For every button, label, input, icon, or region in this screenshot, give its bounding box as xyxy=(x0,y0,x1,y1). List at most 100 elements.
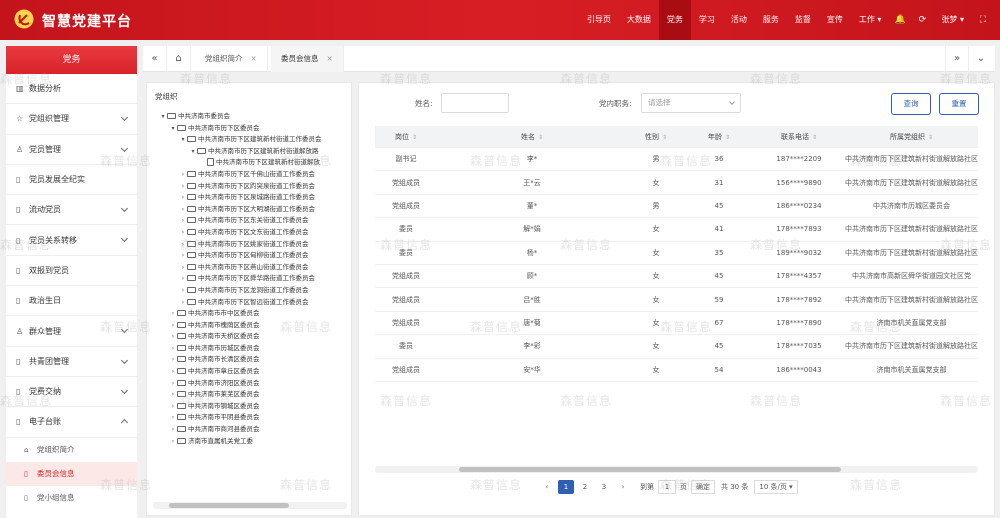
position-select[interactable]: 请选择 xyxy=(641,93,741,113)
tree-node[interactable]: › 中共济南市历下区智远街道工作委员会 xyxy=(147,297,351,309)
caret-right-icon[interactable]: › xyxy=(169,412,177,424)
tree-node[interactable]: › 中共济南市历下区东关街道工作委员会 xyxy=(147,215,351,227)
column-header[interactable]: 岗位 ⇕ xyxy=(375,132,437,142)
table-row[interactable]: 委员 解*娟 女 41 178****7893 中共济南市历下区建筑新村街道解放路社区 xyxy=(375,218,978,242)
column-header[interactable]: 联系电话 ⇕ xyxy=(753,132,845,142)
close-icon[interactable]: × xyxy=(327,54,333,63)
user-menu[interactable]: 张梦 ▾ xyxy=(933,0,972,40)
page-1[interactable]: 1 xyxy=(558,480,574,494)
tree-node[interactable]: › 中共济南市济阳区委员会 xyxy=(147,378,351,390)
tree-node[interactable]: › 中共济南市莱芜区委员会 xyxy=(147,389,351,401)
tree-node[interactable]: ▾ 中共济南市历下区委员会 xyxy=(147,123,351,135)
nav-item-guide[interactable]: 引导页 xyxy=(579,0,619,40)
caret-right-icon[interactable]: › xyxy=(179,250,187,262)
column-header[interactable]: 性别 ⇕ xyxy=(627,132,685,142)
fullscreen-icon[interactable]: ⛶ xyxy=(972,0,994,40)
tab-scroll-left-icon[interactable]: « xyxy=(143,46,167,72)
sidebar-item-youth-league[interactable]: ▯ 共青团管理 xyxy=(6,347,137,377)
tree-node[interactable]: › 中共济南市历下区文东街道工作委员会 xyxy=(147,227,351,239)
page-2[interactable]: 2 xyxy=(577,480,593,494)
tree-node[interactable]: › 中共济南市历下区舜华路街道工作委员会 xyxy=(147,273,351,285)
column-header[interactable]: 所属党组织 ⇕ xyxy=(845,132,978,142)
caret-right-icon[interactable]: › xyxy=(169,354,177,366)
caret-right-icon[interactable]: › xyxy=(179,215,187,227)
tree-node[interactable]: › 中共济南市长清区委员会 xyxy=(147,354,351,366)
caret-right-icon[interactable]: › xyxy=(169,378,177,390)
chevron-down-icon[interactable]: ⌄ xyxy=(969,46,993,72)
goto-confirm-button[interactable]: 确定 xyxy=(691,480,715,494)
tree-node[interactable]: › 济南市直属机关党工委 xyxy=(147,436,351,448)
goto-page-input[interactable]: 1 xyxy=(658,480,676,494)
sidebar-subitem-committee-info[interactable]: ▯ 委员会信息 xyxy=(6,461,137,486)
prev-page-icon[interactable]: ‹ xyxy=(539,480,555,494)
tree-node[interactable]: › 中共济南市历下区千佛山街道工作委员会 xyxy=(147,169,351,181)
sidebar-item-relation-transfer[interactable]: ▯ 党员关系转移 xyxy=(6,225,137,256)
sort-icon[interactable]: ⇕ xyxy=(538,134,543,141)
caret-right-icon[interactable]: › xyxy=(169,436,177,448)
tree-node[interactable]: › 中共济南市天桥区委员会 xyxy=(147,331,351,343)
tree-node[interactable]: › 中共济南市历下区泉城路街道工作委员会 xyxy=(147,192,351,204)
tree-node[interactable]: › 中共济南市历下区龙洞街道工作委员会 xyxy=(147,285,351,297)
table-row[interactable]: 党组成员 顾* 女 45 178****4357 中共济南市高新区舜华街道园文社区党 xyxy=(375,265,978,289)
tree-node[interactable]: ▾ 中共济南市委员会 xyxy=(147,111,351,123)
nav-item-publicity[interactable]: 宣传 xyxy=(819,0,851,40)
sidebar-item-e-ledger[interactable]: ▯ 电子台账 xyxy=(6,407,137,438)
tree-node[interactable]: › 中共济南市钢城区委员会 xyxy=(147,401,351,413)
caret-right-icon[interactable]: › xyxy=(169,389,177,401)
column-header[interactable]: 姓名 ⇕ xyxy=(437,132,627,142)
caret-down-icon[interactable]: ▾ xyxy=(169,123,177,135)
name-input[interactable] xyxy=(441,93,509,113)
tree-node[interactable]: › 中共济南市历下区姚家街道工作委员会 xyxy=(147,239,351,251)
table-row[interactable]: 党组成员 吕*胜 女 59 178****7892 中共济南市历下区建筑新村街道解放路社区 xyxy=(375,288,978,312)
tree-node[interactable]: › 中共济南市历城区委员会 xyxy=(147,343,351,355)
caret-right-icon[interactable]: › xyxy=(169,343,177,355)
nav-item-bigdata[interactable]: 大数据 xyxy=(619,0,659,40)
tree-node[interactable]: ▾ 中共济南市历下区建筑新村街道解放路 xyxy=(147,146,351,158)
caret-right-icon[interactable]: › xyxy=(179,262,187,274)
caret-right-icon[interactable]: › xyxy=(179,181,187,193)
tree-node[interactable]: › 中共济南市历下区趵突泉街道工作委员会 xyxy=(147,181,351,193)
caret-right-icon[interactable]: › xyxy=(169,401,177,413)
tree-horizontal-scrollbar[interactable] xyxy=(153,502,347,509)
caret-right-icon[interactable]: › xyxy=(169,331,177,343)
caret-right-icon[interactable]: › xyxy=(179,273,187,285)
table-row[interactable]: 委员 杨* 女 35 189****9032 中共济南市历下区建筑新村街道解放路社区 xyxy=(375,242,978,265)
sidebar-item-masses-management[interactable]: ♙ 群众管理 xyxy=(6,316,137,347)
page-3[interactable]: 3 xyxy=(596,480,612,494)
refresh-icon[interactable]: ⟳ xyxy=(911,0,933,40)
caret-down-icon[interactable]: ▾ xyxy=(189,146,197,158)
table-row[interactable]: 党组成员 安*华 女 54 186****0043 济南市机关直属党支部 xyxy=(375,359,978,382)
page-size-select[interactable]: 10 条/页 ▾ xyxy=(754,480,798,494)
nav-item-party-affairs[interactable]: 党务 xyxy=(658,0,691,40)
tree-node[interactable]: › 中共济南市平阴县委员会 xyxy=(147,412,351,424)
tab-org-intro[interactable]: 党组织简介 × xyxy=(195,46,268,72)
caret-right-icon[interactable]: › xyxy=(179,297,187,309)
caret-right-icon[interactable]: › xyxy=(179,204,187,216)
sidebar-item-data-analysis[interactable]: ▥ 数据分析 xyxy=(6,74,137,105)
tree-node[interactable]: 中共济南市历下区建筑新村街道解放 xyxy=(147,157,351,169)
nav-item-work[interactable]: 工作 ▾ xyxy=(851,0,890,40)
column-header[interactable]: 年龄 ⇕ xyxy=(685,132,753,142)
tree-node[interactable]: › 中共济南市市中区委员会 xyxy=(147,308,351,320)
caret-right-icon[interactable]: › xyxy=(169,366,177,378)
sidebar-subitem-group-info[interactable]: ▯ 党小组信息 xyxy=(6,486,137,510)
caret-right-icon[interactable]: › xyxy=(179,192,187,204)
reset-button[interactable]: 重置 xyxy=(939,93,979,115)
sidebar-item-dual-report[interactable]: ▯ 双报到党员 xyxy=(6,256,137,287)
sidebar-item-member-management[interactable]: ♙ 党员管理 xyxy=(6,135,137,165)
query-button[interactable]: 查询 xyxy=(891,93,931,115)
tree-node[interactable]: › 中共济南市章丘区委员会 xyxy=(147,366,351,378)
table-row[interactable]: 党组成员 董* 男 45 186****0234 中共济南市历城区委员会 xyxy=(375,195,978,219)
caret-down-icon[interactable]: ▾ xyxy=(159,111,167,123)
next-page-icon[interactable]: › xyxy=(615,480,631,494)
home-icon[interactable]: ⌂ xyxy=(167,46,191,72)
caret-down-icon[interactable]: ▾ xyxy=(179,134,187,146)
sort-icon[interactable]: ⇕ xyxy=(725,134,730,141)
sidebar-item-mobile-members[interactable]: ▯ 流动党员 xyxy=(6,195,137,226)
table-row[interactable]: 党组成员 王*云 女 31 156****9890 中共济南市历下区建筑新村街道解放路社区 xyxy=(375,171,978,195)
caret-right-icon[interactable]: › xyxy=(179,169,187,181)
tab-scroll-right-icon[interactable]: » xyxy=(945,46,969,72)
nav-item-study[interactable]: 学习 xyxy=(691,0,723,40)
sort-icon[interactable]: ⇕ xyxy=(928,134,933,141)
table-row[interactable]: 党组成员 唐*菊 女 67 178****7890 济南市机关直属党支部 xyxy=(375,312,978,336)
